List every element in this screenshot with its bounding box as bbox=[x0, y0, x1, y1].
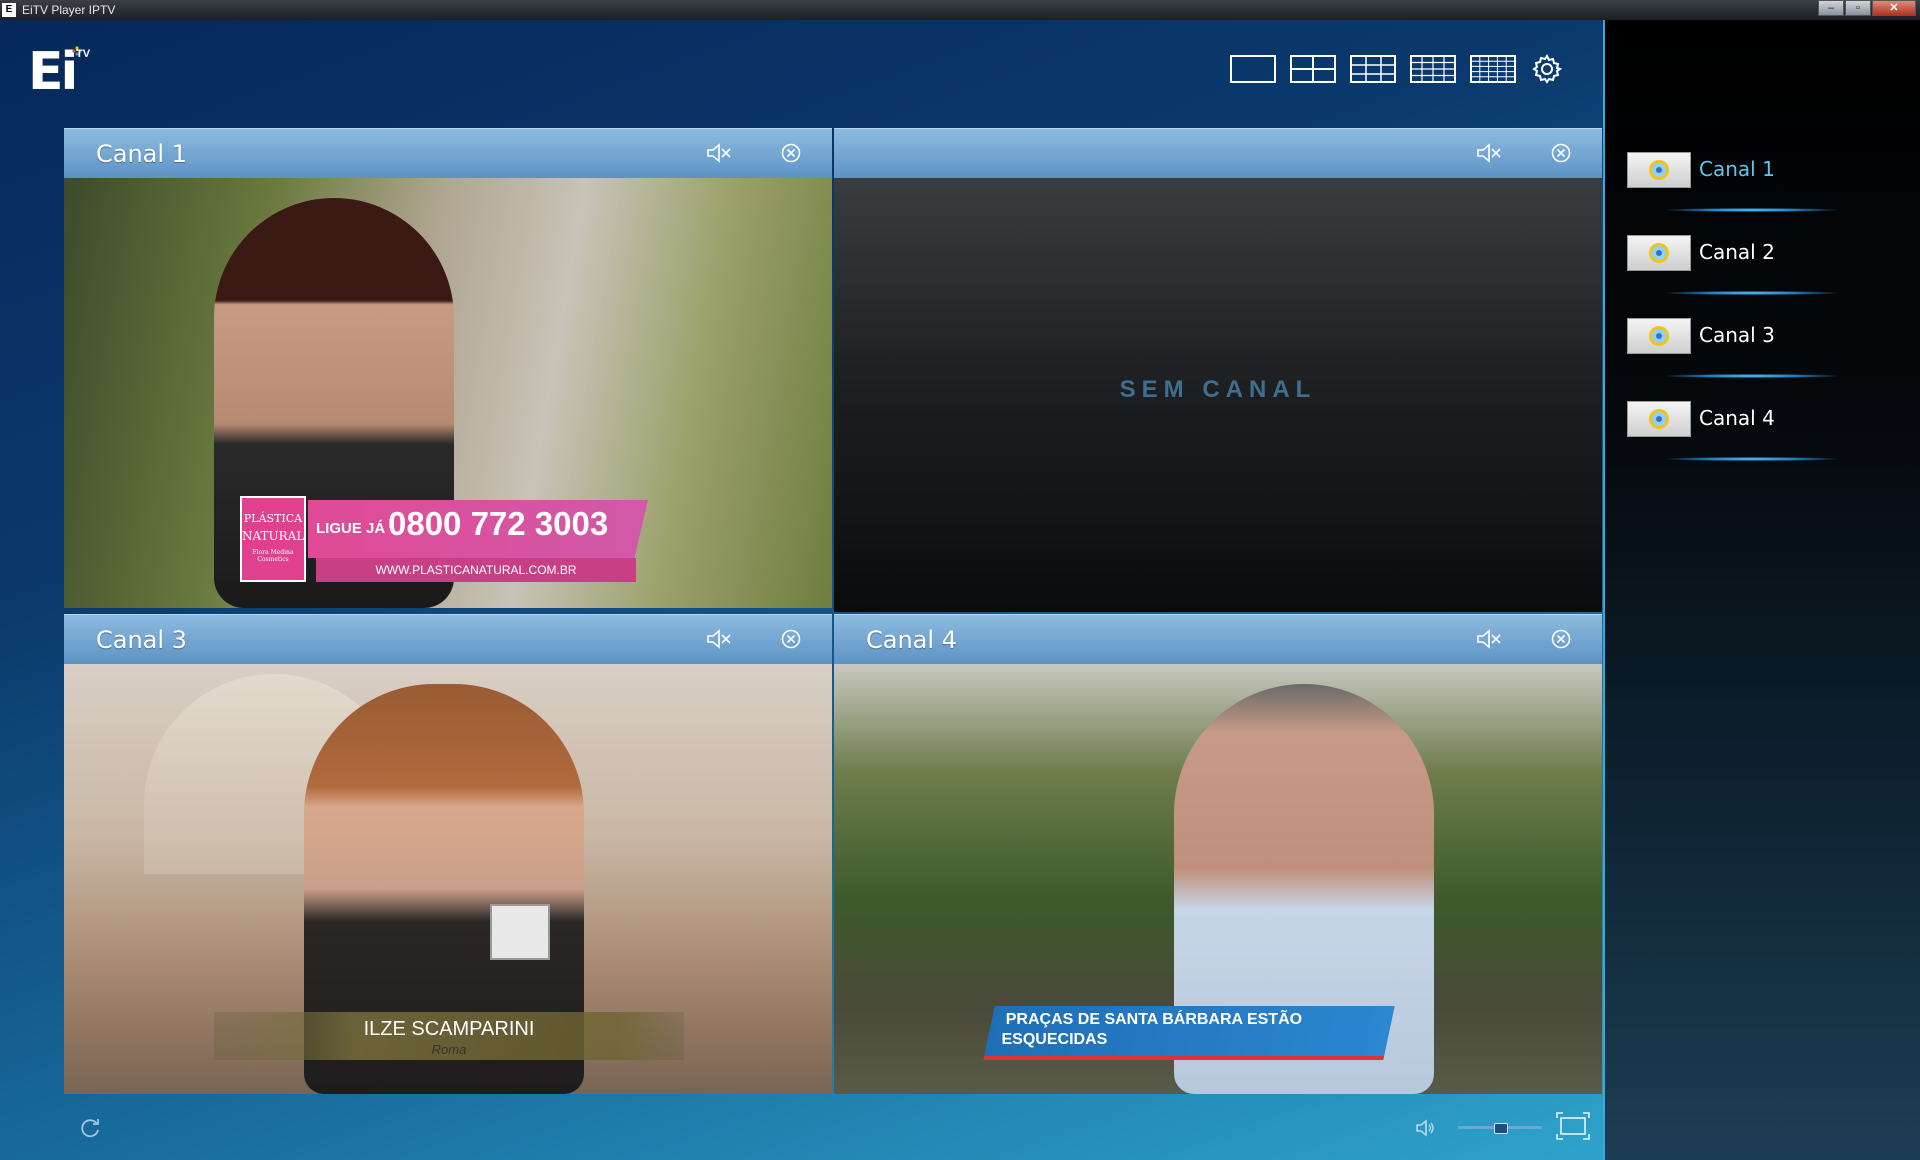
circle-close-icon[interactable] bbox=[780, 628, 802, 650]
video-panel-2[interactable]: SEM CANAL bbox=[834, 128, 1602, 612]
lower-third: ILZE SCAMPARINI Roma bbox=[214, 1012, 684, 1060]
speaker-mute-icon[interactable] bbox=[1476, 142, 1502, 164]
circle-close-icon[interactable] bbox=[780, 142, 802, 164]
channel-label: Canal 3 bbox=[1699, 323, 1775, 347]
gear-icon[interactable] bbox=[1532, 54, 1562, 84]
microphone-icon bbox=[490, 904, 550, 960]
brand-line-1: PLÁSTICA bbox=[243, 512, 303, 525]
no-channel-message: SEM CANAL bbox=[1119, 376, 1317, 403]
circle-close-icon[interactable] bbox=[1550, 142, 1572, 164]
speaker-mute-icon[interactable] bbox=[706, 142, 732, 164]
panel-title: Canal 1 bbox=[96, 140, 187, 168]
channel-logo-icon bbox=[1649, 409, 1669, 429]
promo-banner: LIGUE JÁ 0800 772 3003 bbox=[308, 500, 648, 558]
headline-line-2: ESQUECIDAS bbox=[1001, 1031, 1108, 1048]
channel-label: Canal 2 bbox=[1699, 240, 1775, 264]
phone-number: 0800 772 3003 bbox=[388, 505, 609, 542]
panel-title: Canal 3 bbox=[96, 626, 187, 654]
layout-toolbar bbox=[1230, 54, 1562, 84]
video-panel-4[interactable]: Canal 4 PRAÇAS DE SANTA BÁRBARA ESTÃO ES… bbox=[834, 614, 1602, 1094]
panel-header bbox=[834, 128, 1602, 178]
volume-icon[interactable] bbox=[1414, 1116, 1438, 1140]
minimize-button[interactable]: – bbox=[1818, 0, 1844, 16]
refresh-icon[interactable] bbox=[78, 1116, 102, 1140]
volume-thumb[interactable] bbox=[1494, 1123, 1508, 1134]
channel-separator bbox=[1667, 208, 1837, 212]
channel-thumbnail bbox=[1627, 152, 1691, 188]
call-text: LIGUE JÁ bbox=[316, 520, 386, 537]
channel-logo-icon bbox=[1649, 243, 1669, 263]
window-title: EiTV Player IPTV bbox=[22, 3, 116, 17]
panel-header: Canal 3 bbox=[64, 614, 832, 664]
panel-title: Canal 4 bbox=[866, 626, 957, 654]
news-headline-banner: PRAÇAS DE SANTA BÁRBARA ESTÃO ESQUECIDAS bbox=[983, 1006, 1395, 1060]
window-titlebar: E EiTV Player IPTV – ▫ ✕ bbox=[0, 0, 1920, 20]
channel-thumbnail bbox=[1627, 401, 1691, 437]
layout-2x2-icon[interactable] bbox=[1290, 55, 1336, 83]
promo-url: WWW.PLASTICANATURAL.COM.BR bbox=[375, 563, 577, 577]
logo-superscript: TV bbox=[76, 48, 91, 60]
reporter-name: ILZE SCAMPARINI bbox=[363, 1018, 535, 1040]
channel-item-2[interactable]: Canal 2 bbox=[1627, 235, 1907, 318]
video-feed-3[interactable]: ILZE SCAMPARINI Roma bbox=[64, 664, 832, 1094]
maximize-button[interactable]: ▫ bbox=[1845, 0, 1871, 16]
panel-header: Canal 4 bbox=[834, 614, 1602, 664]
brand-line-3: Flora Medina Cosmetics bbox=[252, 549, 294, 563]
main-area: Ei TV Canal 1 PLÁSTICA NATURAL Flora Med… bbox=[0, 20, 1603, 1160]
channel-thumbnail bbox=[1627, 318, 1691, 354]
video-panel-1[interactable]: Canal 1 PLÁSTICA NATURAL Flora Medina Co… bbox=[64, 128, 832, 608]
channel-logo-icon bbox=[1649, 160, 1669, 180]
window-controls: – ▫ ✕ bbox=[1817, 0, 1916, 18]
logo-text: Ei bbox=[28, 42, 78, 102]
channel-item-3[interactable]: Canal 3 bbox=[1627, 318, 1907, 401]
circle-close-icon[interactable] bbox=[1550, 628, 1572, 650]
channel-separator bbox=[1667, 291, 1837, 295]
layout-3x3-icon[interactable] bbox=[1350, 55, 1396, 83]
url-banner: WWW.PLASTICANATURAL.COM.BR bbox=[316, 558, 636, 582]
channel-list: Canal 1 Canal 2 Canal 3 Canal 4 bbox=[1627, 152, 1907, 484]
channel-logo-icon bbox=[1649, 326, 1669, 346]
channel-separator bbox=[1667, 374, 1837, 378]
eitv-logo: Ei TV bbox=[28, 44, 108, 104]
channel-thumbnail bbox=[1627, 235, 1691, 271]
channel-item-1[interactable]: Canal 1 bbox=[1627, 152, 1907, 235]
layout-5x5-icon[interactable] bbox=[1470, 55, 1516, 83]
reporter-location: Roma bbox=[431, 1042, 467, 1057]
app-icon: E bbox=[2, 3, 16, 17]
volume-slider[interactable] bbox=[1458, 1116, 1542, 1140]
headline-line-1: PRAÇAS DE SANTA BÁRBARA ESTÃO bbox=[1005, 1011, 1303, 1028]
channel-label: Canal 1 bbox=[1699, 157, 1775, 181]
video-panel-3[interactable]: Canal 3 ILZE SCAMPARINI Roma bbox=[64, 614, 832, 1094]
channel-item-4[interactable]: Canal 4 bbox=[1627, 401, 1907, 484]
speaker-mute-icon[interactable] bbox=[1476, 628, 1502, 650]
video-feed-1[interactable]: PLÁSTICA NATURAL Flora Medina Cosmetics … bbox=[64, 178, 832, 608]
channel-label: Canal 4 bbox=[1699, 406, 1775, 430]
brand-logo: PLÁSTICA NATURAL Flora Medina Cosmetics bbox=[240, 496, 306, 582]
video-feed-4[interactable]: PRAÇAS DE SANTA BÁRBARA ESTÃO ESQUECIDAS bbox=[834, 664, 1602, 1094]
channel-separator bbox=[1667, 457, 1837, 461]
close-window-button[interactable]: ✕ bbox=[1872, 0, 1916, 16]
brand-line-2: NATURAL bbox=[242, 529, 305, 543]
fullscreen-icon[interactable] bbox=[1556, 1112, 1590, 1140]
layout-4x4-icon[interactable] bbox=[1410, 55, 1456, 83]
empty-video-area[interactable]: SEM CANAL bbox=[834, 178, 1602, 612]
panel-header: Canal 1 bbox=[64, 128, 832, 178]
layout-1x1-icon[interactable] bbox=[1230, 55, 1276, 83]
speaker-mute-icon[interactable] bbox=[706, 628, 732, 650]
channel-sidebar: Canal 1 Canal 2 Canal 3 Canal 4 bbox=[1603, 20, 1920, 1160]
